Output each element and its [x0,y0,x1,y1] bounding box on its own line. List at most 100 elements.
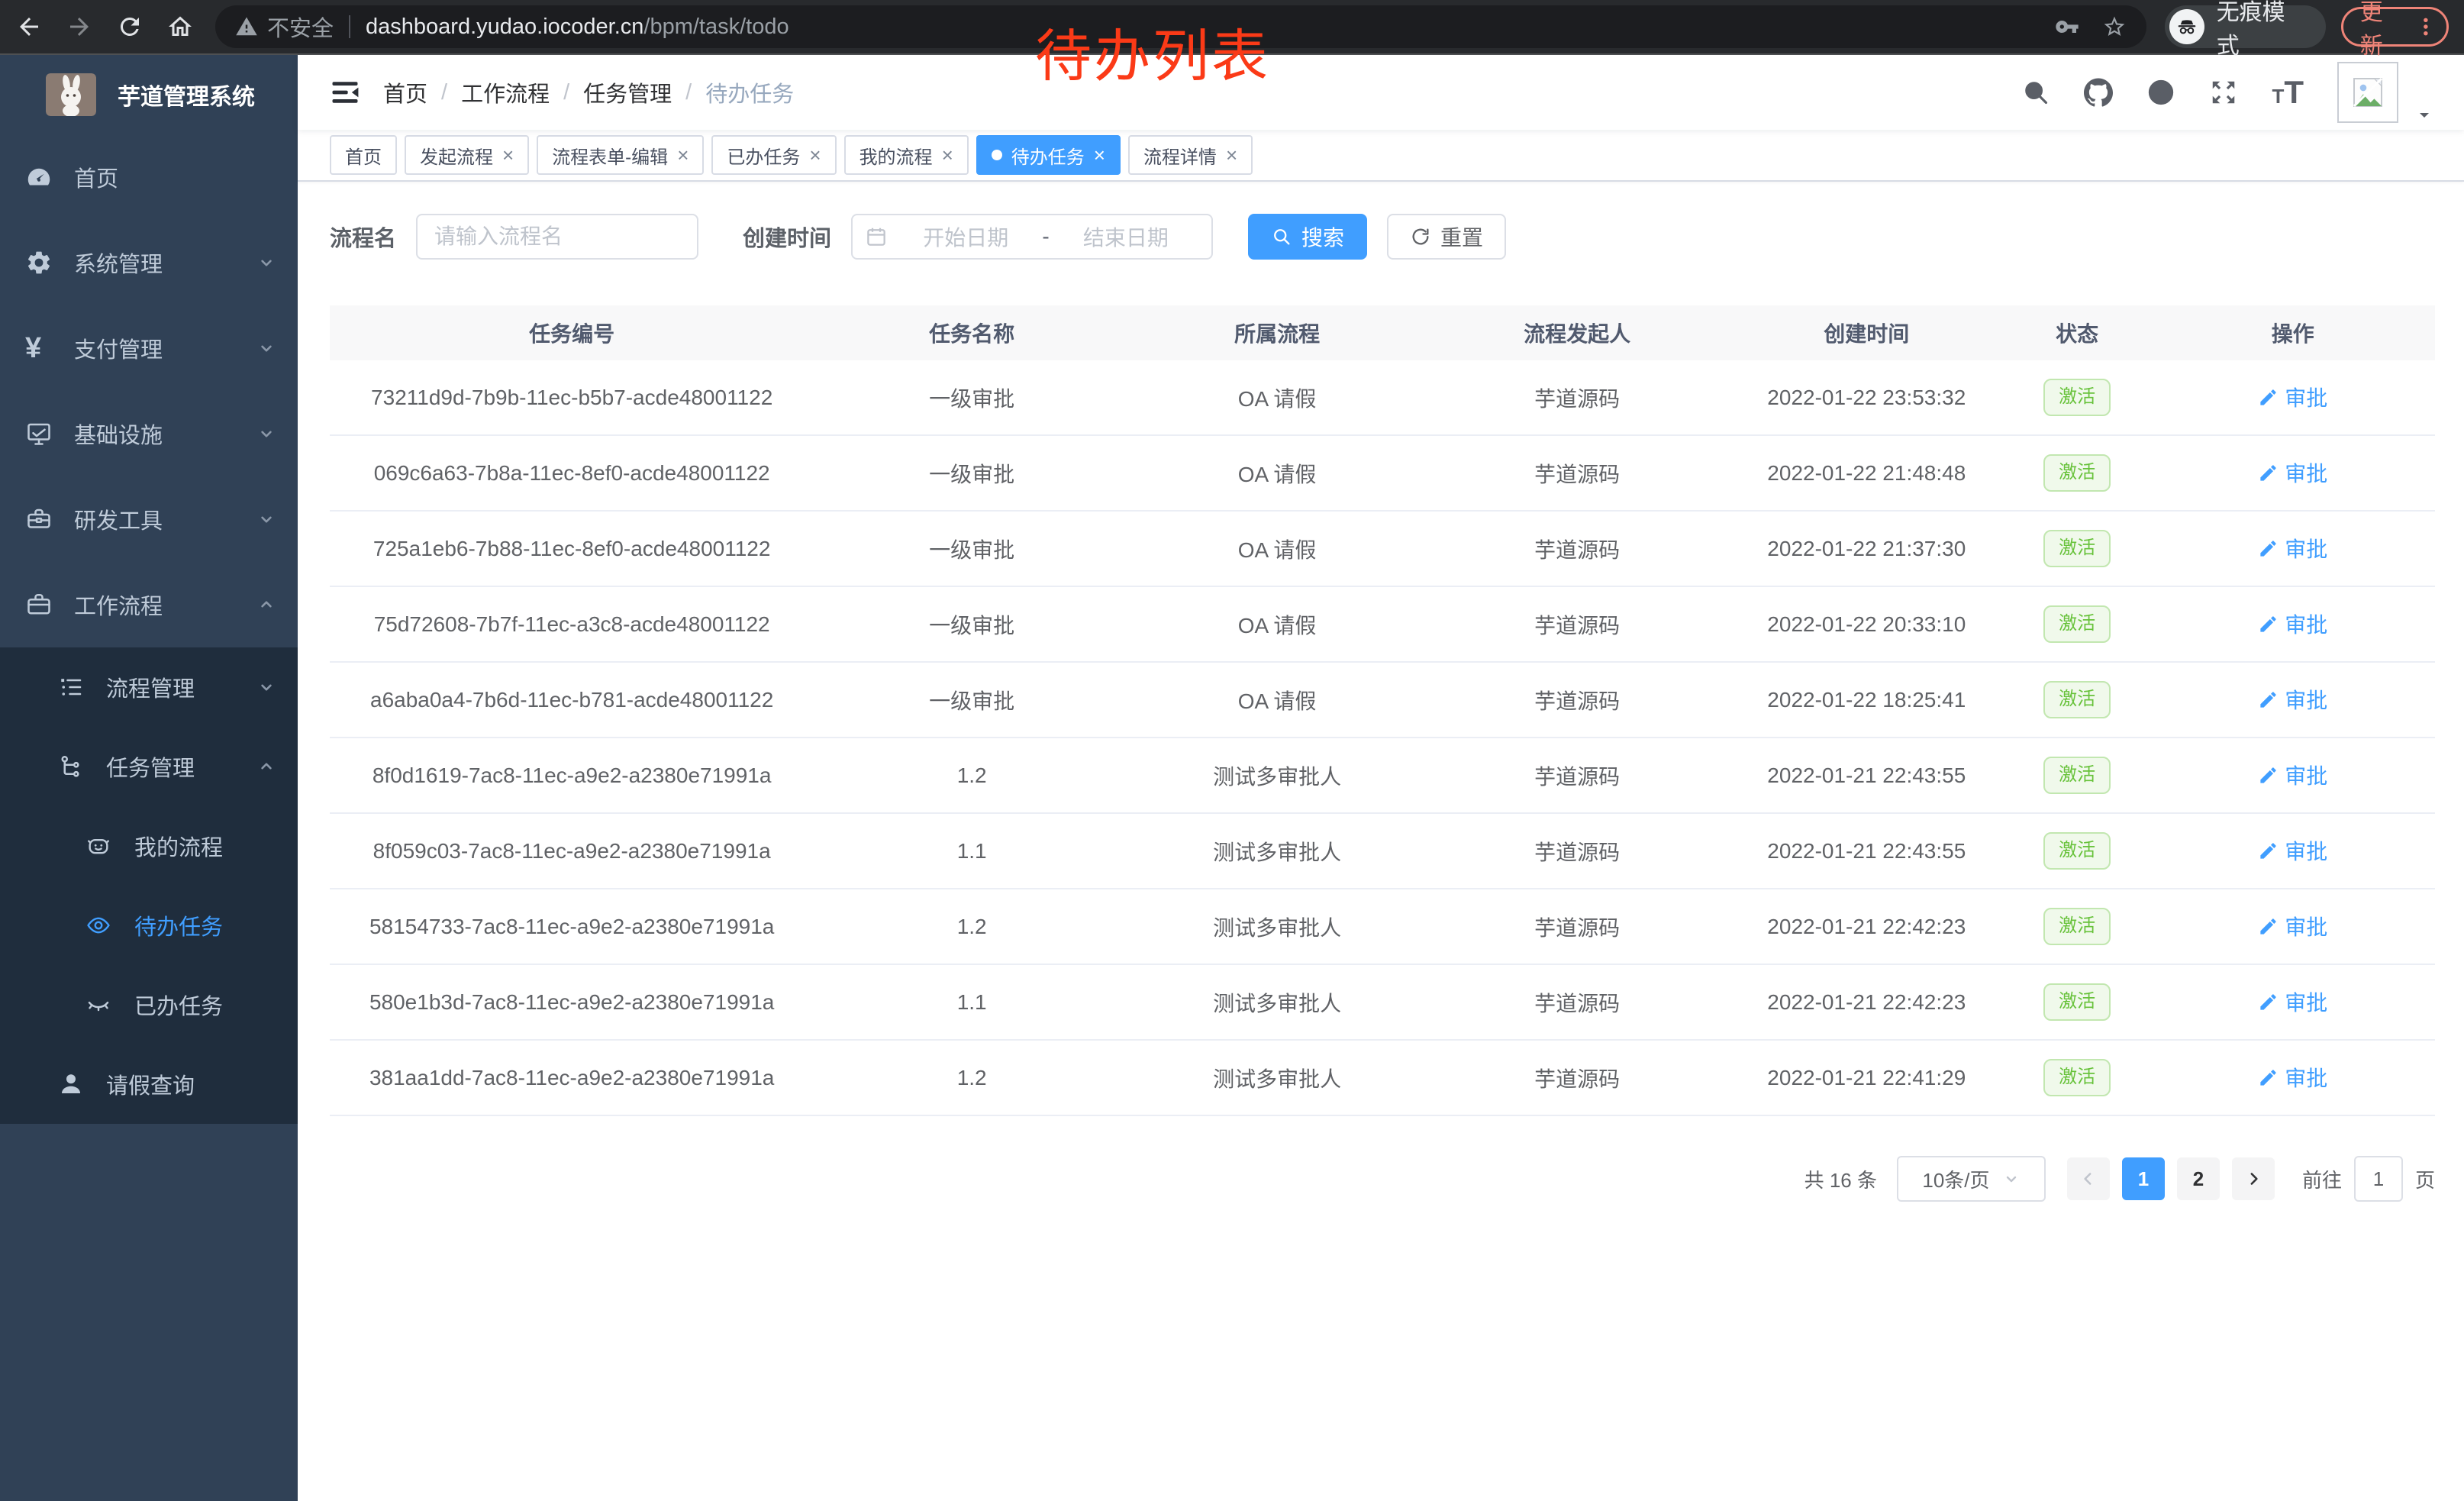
approve-button[interactable]: 审批 [2258,760,2327,790]
process-name-input[interactable] [416,214,698,260]
tasks-table: 任务编号 任务名称 所属流程 流程发起人 创建时间 状态 操作 73211d9d… [330,305,2435,1116]
close-icon[interactable]: × [502,145,514,165]
process-name-label: 流程名 [330,221,396,253]
chevron-down-icon [256,338,276,358]
sidebar-item[interactable]: 请假查询 [0,1044,298,1124]
page-button-2[interactable]: 2 [2177,1157,2220,1200]
logo-row[interactable]: 芋道管理系统 [0,55,298,134]
reload-icon[interactable] [116,13,144,40]
close-icon[interactable]: × [677,145,689,165]
logo-image [46,73,96,116]
breadcrumb-item[interactable]: 工作流程 [461,76,550,108]
chevron-up-icon [256,757,276,776]
close-icon[interactable]: × [809,145,821,165]
breadcrumb-item[interactable]: 首页 [383,76,427,108]
tab[interactable]: 我的流程 × [844,135,969,175]
sidebar-item[interactable]: 流程管理 [0,647,298,727]
sidebar-item[interactable]: 已办任务 [0,965,298,1044]
edit-icon [2258,992,2279,1012]
sidebar-item[interactable]: 待办任务 [0,886,298,965]
eye-icon [85,912,119,938]
table-row: 580e1b3d-7ac8-11ec-a9e2-a2380e71991a 1.1… [330,965,2435,1041]
tab[interactable]: 已办任务 × [711,135,836,175]
approve-button[interactable]: 审批 [2258,382,2327,412]
tab[interactable]: 流程详情 × [1128,135,1253,175]
status-badge: 激活 [2043,757,2111,793]
goto-page-input[interactable] [2354,1156,2403,1202]
table-header: 任务编号 任务名称 所属流程 流程发起人 创建时间 状态 操作 [330,305,2435,360]
bookmark-star-icon[interactable] [2102,15,2127,39]
approve-button[interactable]: 审批 [2258,986,2327,1017]
sidebar-item[interactable]: 系统管理 [0,220,298,305]
sidebar-item[interactable]: ¥ 支付管理 [0,305,298,391]
col-process: 所属流程 [1130,318,1424,348]
close-icon[interactable]: × [1094,145,1105,165]
search-icon[interactable] [2021,78,2050,107]
prev-page-button[interactable] [2067,1157,2110,1200]
table-row: 725a1eb6-7b88-11ec-8ef0-acde48001122 一级审… [330,512,2435,587]
next-page-button[interactable] [2232,1157,2275,1200]
status-badge: 激活 [2043,1059,2111,1096]
edit-icon [2258,1067,2279,1088]
chevron-down-icon [256,509,276,529]
page-button-1[interactable]: 1 [2122,1157,2165,1200]
sidebar-item[interactable]: 我的流程 [0,806,298,886]
back-icon[interactable] [15,13,43,40]
not-secure-icon [235,15,258,38]
chevron-down-icon [2002,1170,2021,1188]
approve-button[interactable]: 审批 [2258,608,2327,639]
close-icon[interactable]: × [942,145,953,165]
tab[interactable]: 发起流程 × [405,135,529,175]
avatar[interactable] [2337,62,2398,123]
chrome-update-button[interactable]: 更新 [2341,7,2449,47]
table-row: 381aa1dd-7ac8-11ec-a9e2-a2380e71991a 1.2… [330,1041,2435,1116]
approve-button[interactable]: 审批 [2258,1062,2327,1093]
sidebar-item[interactable]: 任务管理 [0,727,298,806]
tab[interactable]: 流程表单-编辑 × [537,135,704,175]
status-badge: 激活 [2043,605,2111,642]
approve-button[interactable]: 审批 [2258,457,2327,488]
edit-icon [2258,916,2279,937]
page-size-select[interactable]: 10条/页 [1897,1156,2046,1202]
approve-button[interactable]: 审批 [2258,533,2327,563]
close-icon[interactable]: × [1226,145,1237,165]
navbar: 首页/工作流程/任务管理/待办任务 ? TT [298,55,2464,130]
home-icon[interactable] [166,13,194,40]
breadcrumb-separator: / [685,80,692,105]
col-task-name: 任务名称 [814,318,1130,348]
browser-nav-buttons [15,13,194,40]
breadcrumb-item[interactable]: 任务管理 [583,76,672,108]
search-button[interactable]: 搜索 [1248,214,1367,260]
eye-closed-icon [85,992,119,1018]
table-row: 8f0d1619-7ac8-11ec-a9e2-a2380e71991a 1.2… [330,738,2435,814]
font-size-icon[interactable]: TT [2272,74,2304,111]
edit-icon [2258,538,2279,559]
sidebar-item[interactable]: 基础设施 [0,391,298,476]
page-content: 流程名 创建时间 开始日期 - 结束日期 搜索 重置 [298,182,2464,1202]
tab[interactable]: 待办任务 × [976,135,1121,175]
sidebar-item[interactable]: 工作流程 [0,562,298,647]
github-icon[interactable] [2084,78,2113,107]
tags-view: 首页 发起流程 × 流程表单-编辑 × 已办任务 × 我的流程 × 待办任务 ×… [298,130,2464,182]
password-key-icon[interactable] [2055,15,2079,39]
address-bar[interactable]: 不安全 dashboard.yudao.iocoder.cn/bpm/task/… [215,5,2146,48]
sidebar-item[interactable]: 研发工具 [0,476,298,562]
robot-icon [85,833,119,859]
fullscreen-icon[interactable] [2209,78,2238,107]
forward-icon[interactable] [66,13,93,40]
goto-label: 前往 [2302,1165,2342,1193]
end-date-placeholder: 结束日期 [1053,221,1199,252]
date-range-picker[interactable]: 开始日期 - 结束日期 [851,214,1213,260]
help-icon[interactable]: ? [2146,78,2175,107]
avatar-dropdown-caret[interactable] [2415,106,2433,124]
reset-button[interactable]: 重置 [1387,214,1506,260]
tab[interactable]: 首页 [330,135,397,175]
monitor-icon [25,420,59,447]
approve-button[interactable]: 审批 [2258,835,2327,866]
approve-button[interactable]: 审批 [2258,684,2327,715]
collapse-sidebar-icon[interactable] [328,76,362,109]
sidebar-item[interactable]: 首页 [0,134,298,220]
table-row: 58154733-7ac8-11ec-a9e2-a2380e71991a 1.2… [330,889,2435,965]
table-row: 069c6a63-7b8a-11ec-8ef0-acde48001122 一级审… [330,436,2435,512]
approve-button[interactable]: 审批 [2258,911,2327,941]
